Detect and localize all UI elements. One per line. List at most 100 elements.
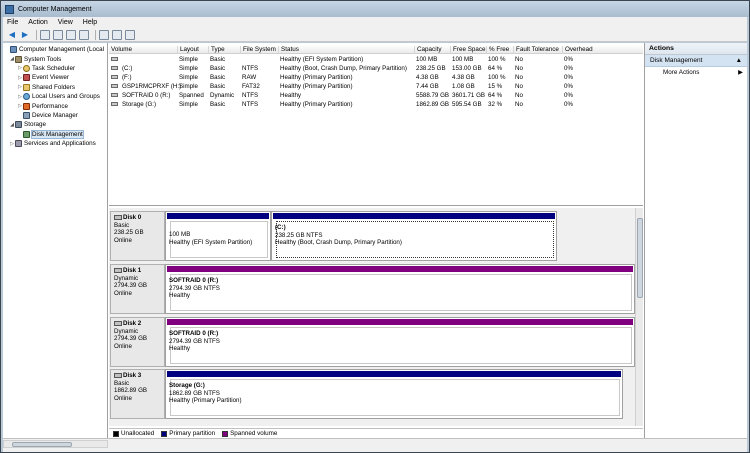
partition-block[interactable]: 100 MB Healthy (EFI System Partition) [165, 211, 271, 261]
table-cell: Healthy (Primary Partition) [280, 101, 353, 108]
tree-item-label: Services and Applications [24, 140, 96, 148]
computer-management-window: Computer Management File Action View Hel… [0, 0, 750, 453]
column-header-file-system[interactable]: File System [240, 46, 276, 54]
actions-section-disk-management[interactable]: Disk Management ▲ [645, 55, 747, 67]
table-cell: 1862.89 GB [416, 101, 450, 108]
up-folder-icon[interactable] [40, 29, 50, 40]
column-header-percent-free[interactable]: % Free [486, 46, 509, 54]
partition-inner [170, 327, 632, 364]
show-hide-tree-icon[interactable] [53, 29, 63, 40]
menu-view[interactable]: View [58, 19, 73, 26]
checkmark-icon[interactable] [112, 29, 122, 40]
forward-arrow-icon[interactable]: ▶ [20, 30, 30, 40]
partition-block[interactable]: SOFTRAID 0 (R:) 2794.39 GB NTFS Healthy [165, 317, 635, 367]
collapse-arrow-icon[interactable]: ▲ [736, 57, 742, 64]
tree-item-label: Performance [32, 102, 69, 110]
table-cell: Healthy (EFI System Partition) [280, 56, 364, 63]
disk-info[interactable]: Disk 1 Dynamic 2794.39 GB Online [110, 264, 165, 314]
partition-color-bar [167, 266, 633, 272]
table-cell: Simple [179, 56, 198, 63]
settings-icon[interactable] [125, 29, 135, 40]
disk-info[interactable]: Disk 3 Basic 1862.89 GB Online [110, 369, 165, 419]
properties-icon[interactable] [99, 29, 109, 40]
drive-icon [111, 84, 118, 88]
partition-color-bar [167, 319, 633, 325]
menu-file[interactable]: File [7, 19, 18, 26]
tree-item-device-manager[interactable]: Device Manager [3, 111, 107, 120]
show-hide-action-pane-icon[interactable] [79, 29, 89, 40]
title-bar[interactable]: Computer Management [1, 1, 749, 17]
table-cell: 7.44 GB [416, 83, 439, 90]
tree-item-system-tools[interactable]: ◢ System Tools [3, 54, 107, 63]
legend-label: Unallocated [121, 430, 155, 437]
help-icon[interactable] [66, 29, 76, 40]
column-header-capacity[interactable]: Capacity [414, 46, 442, 54]
legend-swatch [113, 430, 119, 437]
table-cell: 0% [564, 65, 573, 72]
column-header-status[interactable]: Status [278, 46, 299, 54]
column-header-type[interactable]: Type [208, 46, 225, 54]
partition-size: 2794.39 GB NTFS [169, 284, 220, 292]
table-cell: Storage (G:) [122, 101, 157, 108]
table-cell: Simple [179, 101, 198, 108]
action-more-actions[interactable]: More Actions ▶ [645, 67, 747, 79]
table-cell: 100 % [488, 74, 506, 81]
column-header-free-space[interactable]: Free Space [450, 46, 486, 54]
disk-icon [114, 267, 122, 273]
menu-help[interactable]: Help [83, 19, 97, 26]
table-row[interactable]: (C:) Simple Basic NTFS Healthy (Boot, Crash … [109, 64, 643, 73]
tree-item-services-applications[interactable]: ▷ Services and Applications [3, 139, 107, 148]
scrollbar-thumb[interactable] [637, 218, 643, 298]
tree-item-shared-folders[interactable]: ▷ Shared Folders [3, 83, 107, 92]
table-row[interactable]: Simple Basic Healthy (EFI System Partition… [109, 55, 643, 64]
horizontal-scrollbar[interactable] [3, 440, 108, 448]
partition-inner [170, 274, 632, 311]
vertical-scrollbar[interactable] [635, 208, 643, 426]
disk-info[interactable]: Disk 2 Dynamic 2794.39 GB Online [110, 317, 165, 367]
disk-management-pane: Volume Layout Type File System Status Ca… [109, 43, 643, 438]
tree-item-label: Storage [24, 121, 47, 129]
scrollbar-thumb[interactable] [12, 442, 72, 447]
disk-icon [23, 130, 30, 138]
table-row[interactable]: SOFTRAID 0 (R:) Spanned Dynamic NTFS Healthy… [109, 91, 643, 100]
main-content: Computer Management (Local ◢ System Tool… [3, 43, 747, 438]
back-arrow-icon[interactable]: ◀ [7, 30, 17, 40]
disk-type: Dynamic [114, 274, 139, 282]
partition-name: SOFTRAID 0 (R:) [169, 330, 219, 337]
tree-item-task-scheduler[interactable]: ▷ Task Scheduler [3, 64, 107, 73]
partition-block[interactable]: Storage (G:) 1862.89 GB NTFS Healthy (Prim… [165, 369, 623, 419]
tree-item-event-viewer[interactable]: ▷ Event Viewer [3, 73, 107, 82]
drive-icon [111, 102, 118, 106]
tree-item-label: Event Viewer [32, 74, 69, 82]
tree-item-performance[interactable]: ▷ Performance [3, 101, 107, 110]
disk-row: Disk 1 Dynamic 2794.39 GB Online SOFTRAID 0 … [109, 264, 635, 314]
menu-action[interactable]: Action [28, 19, 47, 26]
disk-icon [114, 320, 122, 326]
tree-item-disk-management[interactable]: Disk Management [3, 129, 107, 139]
table-cell: 1.08 GB [452, 83, 475, 90]
toolbar-separator [36, 29, 37, 40]
table-cell: 4.38 GB [452, 74, 475, 81]
console-tree: Computer Management (Local ◢ System Tool… [3, 43, 108, 438]
column-header-volume[interactable]: Volume [109, 46, 132, 54]
partition-block[interactable]: SOFTRAID 0 (R:) 2794.39 GB NTFS Healthy [165, 264, 635, 314]
event-icon [23, 74, 30, 82]
table-row[interactable]: (F:) Simple Basic RAW Healthy (Primary Parti… [109, 73, 643, 82]
table-cell: 100 MB [452, 56, 474, 63]
menu-bar: File Action View Help [3, 17, 747, 28]
partition-block[interactable]: (C:) 238.25 GB NTFS Healthy (Boot, Crash D… [271, 211, 557, 261]
tree-item-computer-management[interactable]: Computer Management (Local [3, 45, 107, 54]
table-row[interactable]: GSP1RMCPRXF (H:) Simple Basic FAT32 Healthy … [109, 82, 643, 91]
disk-size: 1862.89 GB [114, 387, 148, 395]
tree-item-local-users-groups[interactable]: ▷ Local Users and Groups [3, 92, 107, 101]
tree-item-storage[interactable]: ◢ Storage [3, 120, 107, 129]
table-cell: 0% [564, 101, 573, 108]
table-row[interactable]: Storage (G:) Simple Basic NTFS Healthy (Prim… [109, 100, 643, 109]
table-cell: (F:) [122, 74, 132, 81]
disk-info[interactable]: Disk 0 Basic 238.25 GB Online [110, 211, 165, 261]
column-header-fault-tolerance[interactable]: Fault Tolerance [513, 46, 559, 54]
table-cell: 15 % [488, 83, 503, 90]
column-header-layout[interactable]: Layout [177, 46, 199, 54]
legend-item-spanned: Spanned volume [222, 430, 277, 437]
column-header-overhead[interactable]: Overhead [562, 46, 593, 54]
